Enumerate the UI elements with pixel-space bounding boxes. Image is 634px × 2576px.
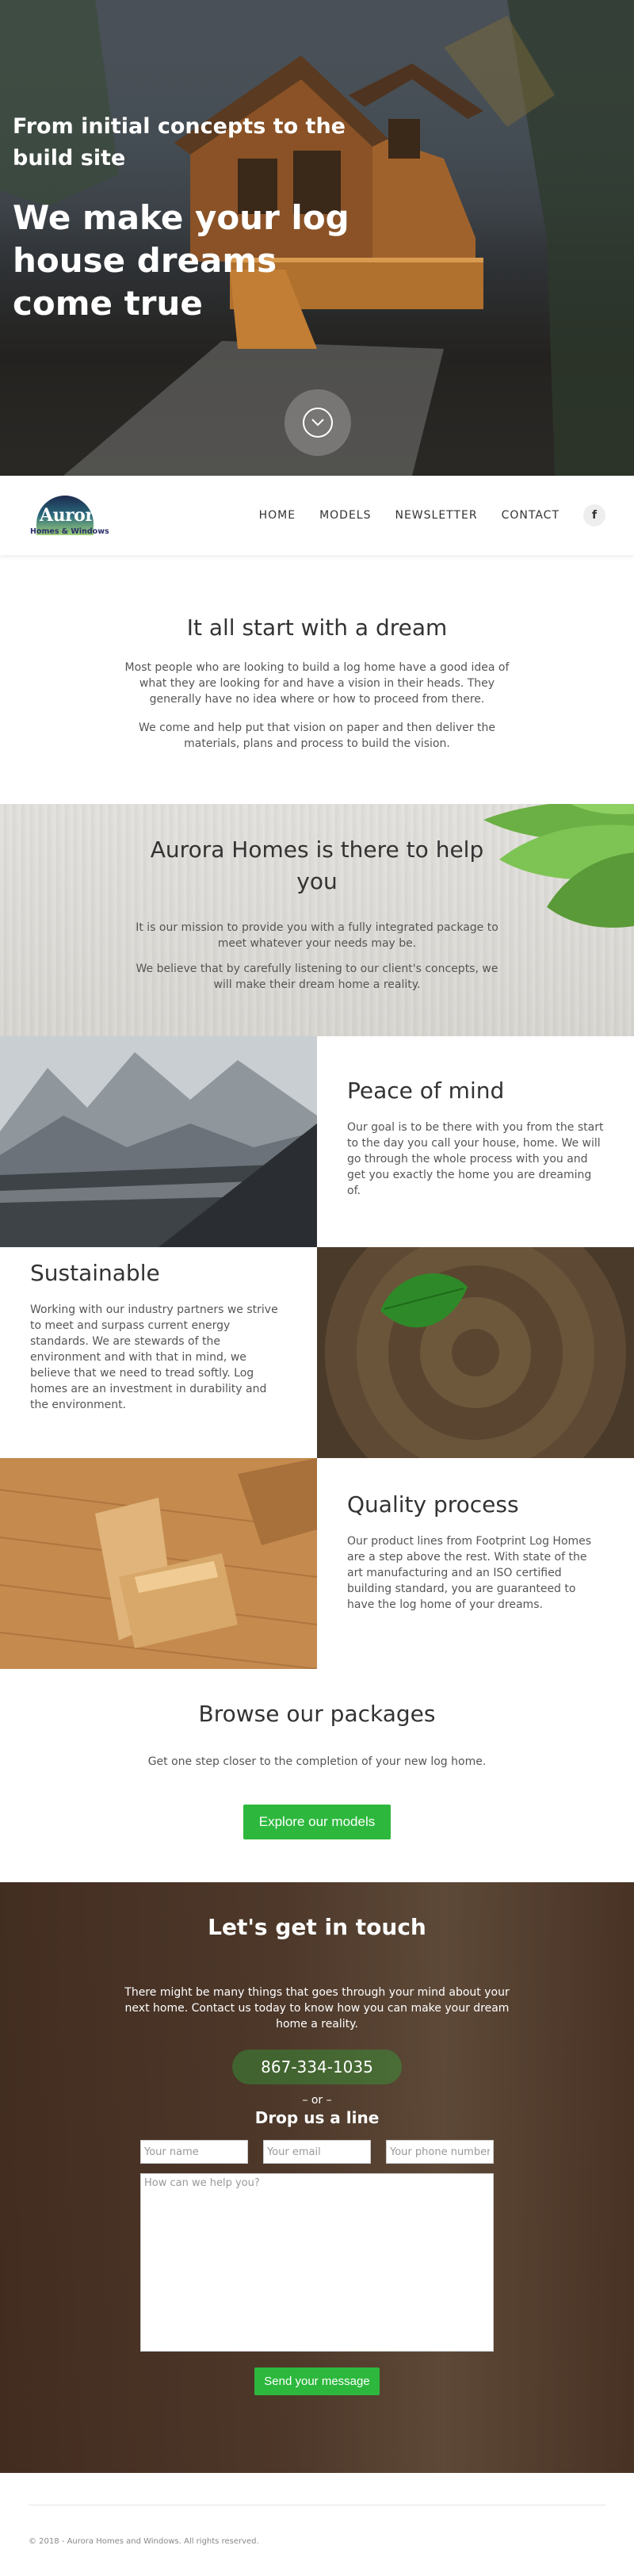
feature-row-quality: Quality process Our product lines from F…: [0, 1458, 634, 1669]
leaf-decoration-image: [483, 804, 634, 928]
logo[interactable]: Aurora Homes & Windows: [29, 491, 109, 540]
facebook-icon[interactable]: f: [583, 504, 605, 526]
drop-line-heading: Drop us a line: [254, 2108, 380, 2127]
logo-name: Aurora: [40, 505, 105, 526]
phone-field[interactable]: [386, 2140, 494, 2164]
contact-text: There might be many things that goes thr…: [124, 1986, 510, 2031]
browse-text: Get one step closer to the completion of…: [147, 1755, 487, 1768]
copyright-text: © 2018 - Aurora Homes and Windows. All r…: [29, 2537, 259, 2546]
message-field[interactable]: [140, 2173, 494, 2352]
browse-title: Browse our packages: [198, 1701, 436, 1727]
mission-paragraph-2: We believe that by carefully listening t…: [136, 963, 498, 991]
hero-subtitle: From initial concepts to the build site: [13, 114, 346, 170]
feature-row-peace: Peace of mind Our goal is to be there wi…: [0, 1036, 634, 1247]
chevron-down-icon: [303, 408, 333, 438]
dream-paragraph-2: We come and help put that vision on pape…: [139, 722, 495, 750]
hero-section: From initial concepts to the build site …: [0, 0, 634, 476]
hero-text: From initial concepts to the build site …: [13, 111, 385, 325]
feature-peace-body: Our goal is to be there with you from th…: [347, 1121, 604, 1197]
dream-title: It all start with a dream: [186, 614, 448, 641]
nav-item-home[interactable]: HOME: [259, 509, 296, 522]
dream-section: It all start with a dream Most people wh…: [0, 555, 634, 804]
feature-quality-text: Quality process Our product lines from F…: [317, 1458, 634, 1669]
nav-item-models[interactable]: MODELS: [319, 509, 371, 522]
feature-sustainable-body: Working with our industry partners we st…: [30, 1303, 278, 1411]
feature-row-sustainable: Sustainable Working with our industry pa…: [0, 1247, 634, 1458]
feature-peace-title: Peace of mind: [347, 1077, 505, 1104]
contact-title: Let's get in touch: [208, 1914, 426, 1940]
nav-item-contact[interactable]: CONTACT: [502, 509, 560, 522]
feature-sustainable-text: Sustainable Working with our industry pa…: [0, 1247, 317, 1458]
nav-menu: HOME MODELS NEWSLETTER CONTACT f: [259, 504, 605, 526]
name-field[interactable]: [140, 2140, 248, 2164]
main-nav: Aurora Homes & Windows HOME MODELS NEWSL…: [0, 476, 634, 555]
phone-number[interactable]: 867-334-1035: [232, 2050, 402, 2084]
nav-item-newsletter[interactable]: NEWSLETTER: [395, 509, 477, 522]
mission-section: Aurora Homes is there to help you It is …: [0, 804, 634, 1036]
wood-blocks-image: [0, 1458, 317, 1669]
mountain-lake-image: [0, 1036, 317, 1247]
send-message-button[interactable]: Send your message: [254, 2367, 380, 2395]
browse-section: Browse our packages Get one step closer …: [0, 1669, 634, 1882]
feature-quality-body: Our product lines from Footprint Log Hom…: [347, 1535, 592, 1611]
feature-peace-text: Peace of mind Our goal is to be there wi…: [317, 1036, 634, 1247]
footer: © 2018 - Aurora Homes and Windows. All r…: [29, 2505, 605, 2570]
explore-models-button[interactable]: Explore our models: [243, 1805, 391, 1839]
features-grid: Peace of mind Our goal is to be there wi…: [0, 1036, 634, 1669]
contact-fields: [140, 2140, 494, 2164]
tree-stump-leaf-image: [317, 1247, 634, 1458]
logo-tagline: Homes & Windows: [30, 527, 109, 536]
mission-title: Aurora Homes is there to help you: [150, 836, 484, 894]
mission-paragraph-1: It is our mission to provide you with a …: [136, 921, 498, 950]
hero-title: We make your log house dreams come true: [13, 198, 349, 323]
scroll-down-button[interactable]: [285, 389, 351, 456]
feature-sustainable-title: Sustainable: [30, 1260, 160, 1286]
dream-paragraph-1: Most people who are looking to build a l…: [124, 661, 510, 706]
email-field[interactable]: [263, 2140, 371, 2164]
contact-section: Let's get in touch There might be many t…: [0, 1882, 634, 2473]
feature-quality-title: Quality process: [347, 1491, 519, 1518]
or-divider: – or –: [302, 2094, 332, 2107]
